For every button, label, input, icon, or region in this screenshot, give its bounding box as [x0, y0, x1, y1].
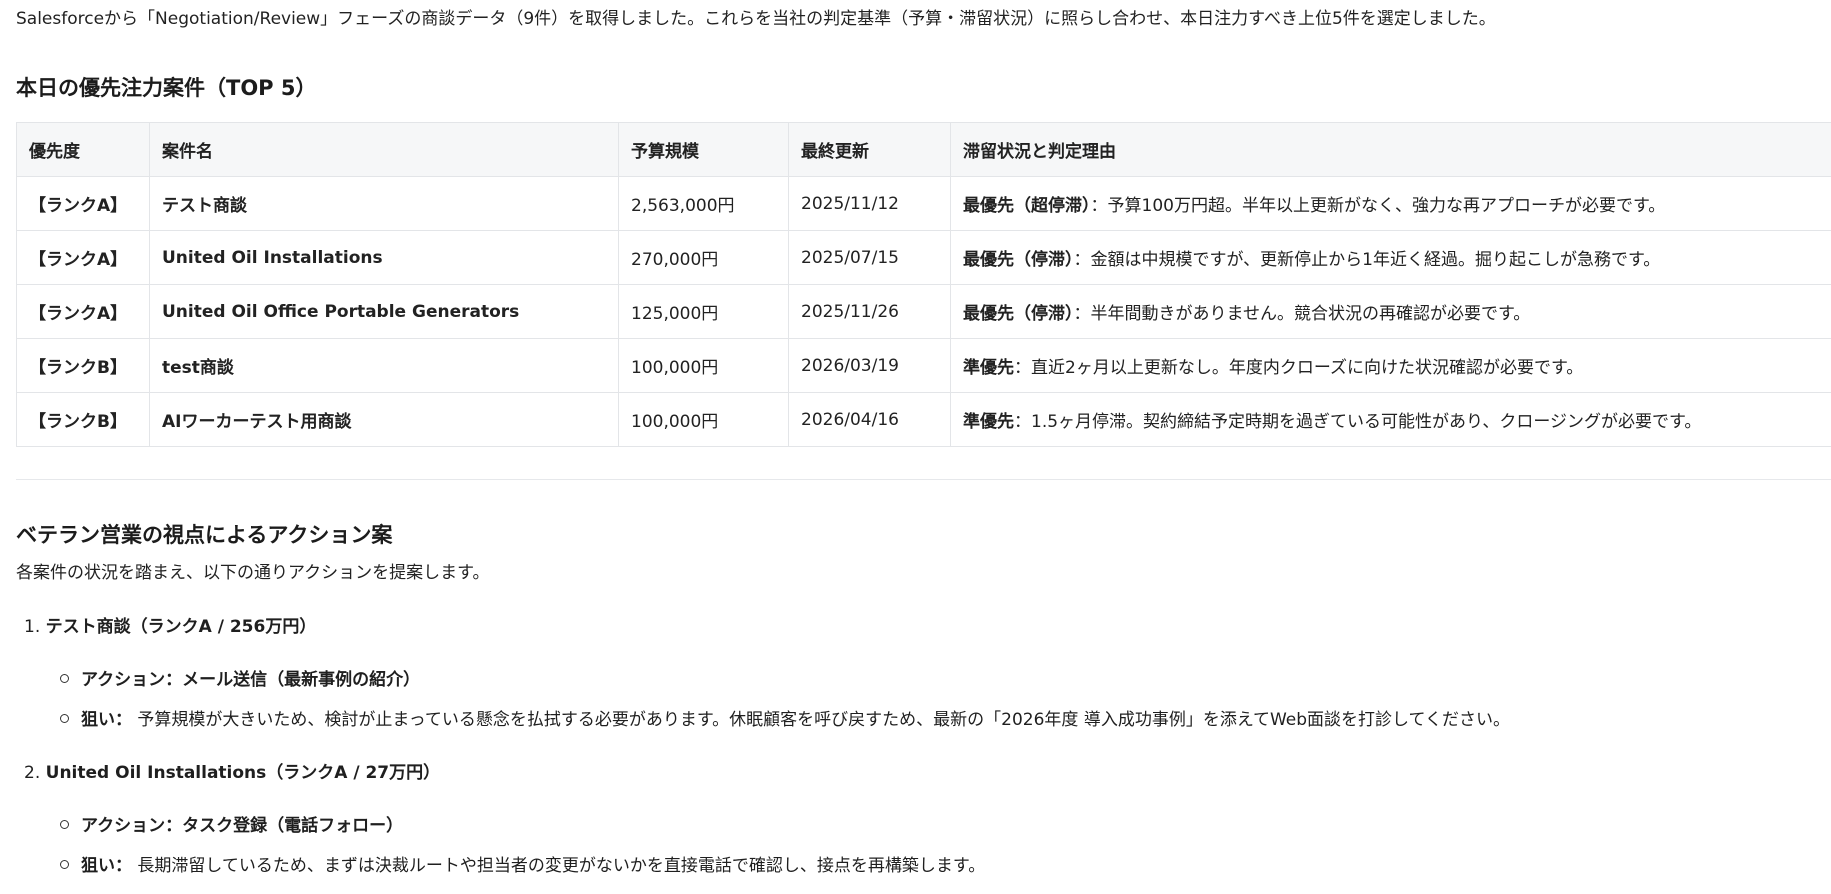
- status-label: 準優先: [963, 358, 1014, 378]
- list-number: 1.: [24, 617, 41, 637]
- table-row: 【ランクA】 United Oil Installations 270,000円…: [16, 230, 1831, 285]
- section-divider: [16, 479, 1831, 480]
- bullet-circle-icon: [60, 673, 69, 683]
- cell-status: 最優先（停滞）：半年間動きがありません。競合状況の再確認が必要です。: [950, 284, 1831, 339]
- cell-status: 最優先（停滞）：金額は中規模ですが、更新停止から1年近く経過。掘り起こしが急務で…: [950, 230, 1831, 285]
- header-deal-name: 案件名: [149, 122, 619, 177]
- action-intro-text: 各案件の状況を踏まえ、以下の通りアクションを提案します。: [16, 563, 490, 583]
- header-last-updated: 最終更新: [788, 122, 951, 177]
- cell-rank: 【ランクB】: [16, 392, 150, 447]
- cell-deal-name: AIワーカーテスト用商談: [149, 392, 619, 447]
- cell-budget: 270,000円: [618, 230, 789, 285]
- status-label: 最優先（超停滞）: [963, 196, 1091, 216]
- status-label: 最優先（停滞）: [963, 250, 1074, 270]
- list-item: 狙い： 予算規模が大きいため、検討が止まっている懸念を払拭する必要があります。休…: [60, 705, 1510, 730]
- cell-updated: 2026/03/19: [788, 338, 951, 393]
- cell-updated: 2025/07/15: [788, 230, 951, 285]
- cell-deal-name: United Oil Office Portable Generators: [149, 284, 619, 339]
- cell-rank: 【ランクA】: [16, 284, 150, 339]
- cell-deal-name: United Oil Installations: [149, 230, 619, 285]
- header-budget: 予算規模: [618, 122, 789, 177]
- header-status-reason: 滞留状況と判定理由: [950, 122, 1831, 177]
- cell-updated: 2025/11/12: [788, 176, 951, 231]
- cell-budget: 125,000円: [618, 284, 789, 339]
- status-label: 準優先: [963, 412, 1014, 432]
- cell-deal-name: test商談: [149, 338, 619, 393]
- cell-rank: 【ランクA】: [16, 230, 150, 285]
- action-item-heading: テスト商談（ランクA / 256万円）: [45, 617, 317, 637]
- table-row: 【ランクB】 AIワーカーテスト用商談 100,000円 2026/04/16 …: [16, 392, 1831, 447]
- bullet-circle-icon: [60, 713, 69, 723]
- action-item-heading: United Oil Installations（ランクA / 27万円）: [45, 763, 441, 783]
- aim-label: 狙い：: [81, 856, 132, 876]
- status-label: 最優先（停滞）: [963, 304, 1074, 324]
- cell-deal-name: テスト商談: [149, 176, 619, 231]
- status-reason: ：直近2ヶ月以上更新なし。年度内クローズに向けた状況確認が必要です。: [1014, 358, 1584, 378]
- aim-text: 長期滞留しているため、まずは決裁ルートや担当者の変更がないかを直接電話で確認し、…: [132, 856, 986, 876]
- action-item-title: 2. United Oil Installations（ランクA / 27万円）: [24, 758, 440, 783]
- status-reason: ：半年間動きがありません。競合状況の再確認が必要です。: [1073, 304, 1531, 324]
- table-row: 【ランクA】 United Oil Office Portable Genera…: [16, 284, 1831, 339]
- intro-text: Salesforceから「Negotiation/Review」フェーズの商談デ…: [16, 9, 1496, 29]
- status-reason: ：予算100万円超。半年以上更新がなく、強力な再アプローチが必要です。: [1090, 196, 1666, 216]
- cell-budget: 100,000円: [618, 338, 789, 393]
- cell-status: 準優先：1.5ヶ月停滞。契約締結予定時期を過ぎている可能性があり、クロージングが…: [950, 392, 1831, 447]
- cell-status: 最優先（超停滞）：予算100万円超。半年以上更新がなく、強力な再アプローチが必要…: [950, 176, 1831, 231]
- cell-budget: 2,563,000円: [618, 176, 789, 231]
- table-header-row: 優先度 案件名 予算規模 最終更新 滞留状況と判定理由: [16, 122, 1831, 177]
- cell-rank: 【ランクA】: [16, 176, 150, 231]
- list-number: 2.: [24, 763, 41, 783]
- cell-status: 準優先：直近2ヶ月以上更新なし。年度内クローズに向けた状況確認が必要です。: [950, 338, 1831, 393]
- list-item: アクション：メール送信（最新事例の紹介）: [60, 665, 420, 690]
- action-label: アクション：タスク登録（電話フォロー）: [81, 816, 404, 836]
- action-heading: ベテラン営業の視点によるアクション案: [16, 523, 393, 547]
- list-item: アクション：タスク登録（電話フォロー）: [60, 811, 403, 836]
- action-item-title: 1. テスト商談（ランクA / 256万円）: [24, 612, 316, 637]
- priority-deals-table: 優先度 案件名 予算規模 最終更新 滞留状況と判定理由 【ランクA】 テスト商談…: [16, 122, 1831, 447]
- top5-heading: 本日の優先注力案件（TOP 5）: [16, 76, 317, 100]
- aim-label: 狙い：: [81, 710, 132, 730]
- action-label: アクション：メール送信（最新事例の紹介）: [81, 670, 421, 690]
- table-row: 【ランクB】 test商談 100,000円 2026/03/19 準優先：直近…: [16, 338, 1831, 393]
- bullet-circle-icon: [60, 819, 69, 829]
- status-reason: ：1.5ヶ月停滞。契約締結予定時期を過ぎている可能性があり、クロージングが必要で…: [1014, 412, 1702, 432]
- list-item: 狙い： 長期滞留しているため、まずは決裁ルートや担当者の変更がないかを直接電話で…: [60, 851, 985, 876]
- bullet-circle-icon: [60, 859, 69, 869]
- cell-updated: 2026/04/16: [788, 392, 951, 447]
- table-row: 【ランクA】 テスト商談 2,563,000円 2025/11/12 最優先（超…: [16, 176, 1831, 231]
- cell-budget: 100,000円: [618, 392, 789, 447]
- cell-updated: 2025/11/26: [788, 284, 951, 339]
- aim-text: 予算規模が大きいため、検討が止まっている懸念を払拭する必要があります。休眠顧客を…: [132, 710, 1511, 730]
- status-reason: ：金額は中規模ですが、更新停止から1年近く経過。掘り起こしが急務です。: [1073, 250, 1661, 270]
- cell-rank: 【ランクB】: [16, 338, 150, 393]
- header-priority: 優先度: [16, 122, 150, 177]
